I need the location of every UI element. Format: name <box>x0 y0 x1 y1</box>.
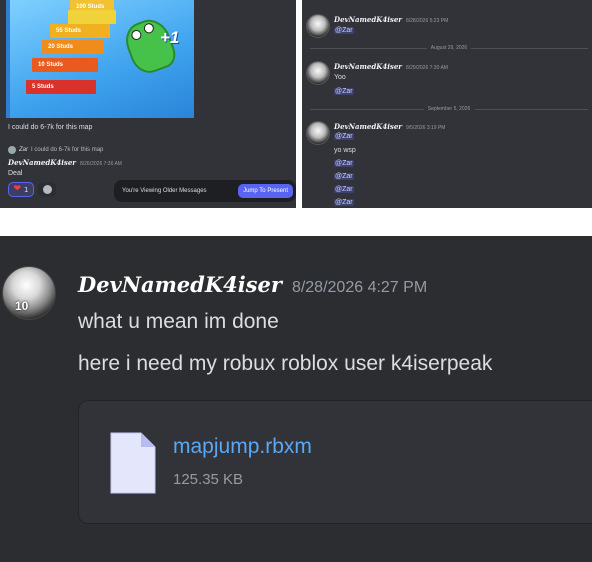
date-divider-label: August 29, 2026 <box>426 45 472 51</box>
avatar[interactable]: 10 <box>2 266 56 320</box>
stair-step-20: 20 Studs <box>42 40 104 54</box>
file-name-link[interactable]: mapjump.rbxm <box>173 435 312 459</box>
stair-step-5: 5 Studs <box>26 80 96 94</box>
message-text: what u mean im done <box>78 310 279 333</box>
reaction-count: 1 <box>24 185 29 194</box>
older-messages-text: You're Viewing Older Messages <box>122 188 207 194</box>
date-divider: September 5, 2026 <box>310 106 588 112</box>
author-name[interactable]: DevNamedK4iser <box>8 158 76 167</box>
message-timestamp: 8/26/2026 7:36 AM <box>79 161 122 167</box>
message-line: @Zar <box>334 199 354 206</box>
author-name[interactable]: DevNamedK4iser <box>334 62 402 71</box>
user-mention[interactable]: @Zar <box>334 160 354 167</box>
reply-text: I could do 6-7k for this map <box>31 147 104 153</box>
reply-author: Zar <box>19 147 28 153</box>
emoji-icon <box>42 185 52 194</box>
message-line: @Zar <box>334 88 354 95</box>
message-header: DevNamedK4iser 8/28/2026 4:27 PM <box>78 272 427 297</box>
message-author: DevNamedK4iser 8/26/2026 7:36 AM <box>8 158 122 167</box>
avatar-jersey-number: 10 <box>15 299 29 313</box>
message-author: DevNamedK4iser 9/5/2026 3:19 PM <box>334 122 445 131</box>
message-timestamp: 8/28/2026 5:23 PM <box>405 18 449 24</box>
author-name[interactable]: DevNamedK4iser <box>78 272 282 297</box>
user-mention[interactable]: @Zar <box>334 133 354 140</box>
stair-step-55: 55 Studs <box>50 24 110 38</box>
avatar[interactable] <box>306 61 330 85</box>
message-text: Deal <box>8 170 23 177</box>
message-text: here i need my robux roblox user k4iserp… <box>78 352 493 375</box>
message-author: DevNamedK4iser 8/29/2026 7:30 AM <box>334 62 448 71</box>
heart-reaction[interactable]: ❤ 1 <box>8 182 34 197</box>
user-mention[interactable]: @Zar <box>334 186 354 193</box>
jump-to-present-button[interactable]: Jump To Present <box>238 184 293 198</box>
older-messages-bar: You're Viewing Older Messages Jump To Pr… <box>114 180 296 202</box>
message-line: @Zar <box>334 27 354 34</box>
message-text: yo wsp <box>334 147 356 154</box>
plus-one-label: +1 <box>160 28 180 47</box>
message-author: DevNamedK4iser 8/28/2026 5:23 PM <box>334 15 448 24</box>
message-text: Yoo <box>334 74 346 81</box>
message-line: @Zar <box>334 173 354 180</box>
message-timestamp: 9/5/2026 3:19 PM <box>405 125 446 131</box>
date-divider: August 29, 2026 <box>310 45 588 51</box>
avatar[interactable] <box>306 14 330 38</box>
message-timestamp: 8/29/2026 7:30 AM <box>405 65 448 71</box>
message-timestamp: 8/28/2026 4:27 PM <box>291 279 428 296</box>
user-mention[interactable]: @Zar <box>334 173 354 180</box>
file-message-panel: 10 DevNamedK4iser 8/28/2026 4:27 PM what … <box>0 236 592 562</box>
message-line: @Zar <box>334 186 354 193</box>
frog-eye <box>142 21 156 35</box>
reply-avatar <box>8 146 16 154</box>
message-text: I could do 6-7k for this map <box>8 124 93 131</box>
message-line: @Zar <box>334 160 354 167</box>
author-name[interactable]: DevNamedK4iser <box>334 15 402 24</box>
user-mention[interactable]: @Zar <box>334 88 354 95</box>
author-name[interactable]: DevNamedK4iser <box>334 122 402 131</box>
user-mention[interactable]: @Zar <box>334 199 354 206</box>
heart-icon: ❤ <box>13 184 22 194</box>
frog-eye <box>130 28 143 42</box>
file-attachment[interactable]: mapjump.rbxm 125.35 KB <box>78 400 592 524</box>
map-preview-image[interactable]: 100 Studs 55 Studs 20 Studs 10 Studs 5 S… <box>6 0 194 118</box>
older-chat-panel: 100 Studs 55 Studs 20 Studs 10 Studs 5 S… <box>0 0 296 208</box>
message-line: @Zar <box>334 133 354 140</box>
file-size: 125.35 KB <box>173 471 244 488</box>
stair-step-top <box>68 10 116 24</box>
reply-reference[interactable]: Zar I could do 6-7k for this map <box>8 146 103 154</box>
mentions-chat-panel: DevNamedK4iser 8/28/2026 5:23 PM @Zar Aug… <box>302 0 592 208</box>
user-mention[interactable]: @Zar <box>334 27 354 34</box>
date-divider-label: September 5, 2026 <box>423 106 475 112</box>
add-reaction-button[interactable] <box>38 182 56 197</box>
stair-step-10: 10 Studs <box>32 58 98 72</box>
file-icon <box>110 432 156 494</box>
avatar[interactable] <box>306 121 330 145</box>
